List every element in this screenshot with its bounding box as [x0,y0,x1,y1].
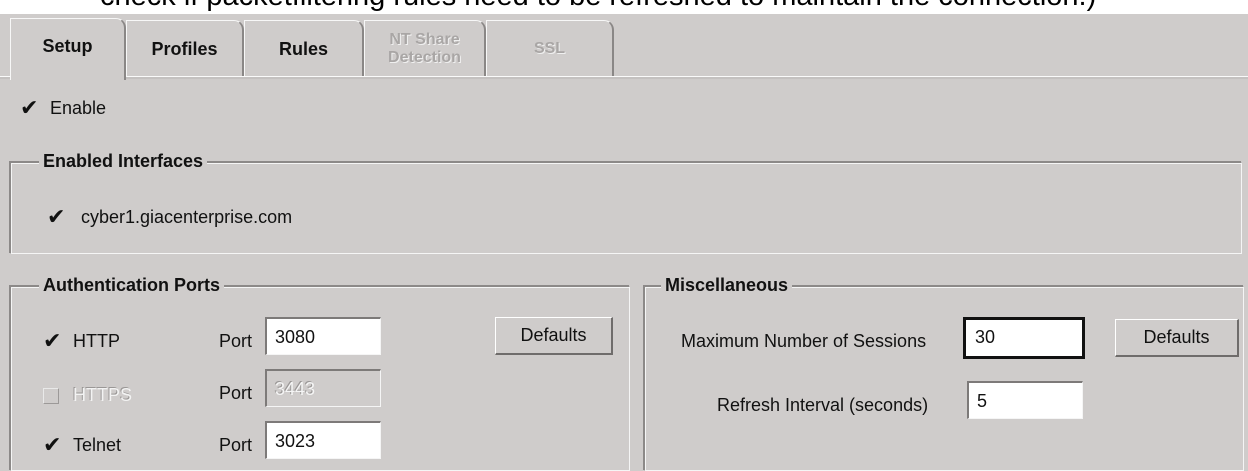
port-label: Port [219,383,253,403]
tab-setup[interactable]: Setup [10,18,126,80]
authentication-ports-group: Authentication Ports ✔ HTTP Port 3080 De… [10,275,630,471]
auth-defaults-button[interactable]: Defaults [495,317,613,355]
http-port-input[interactable]: 3080 [265,317,381,355]
telnet-port-input[interactable]: 3023 [265,421,381,459]
enable-label: Enable [50,98,107,118]
enabled-interfaces-group: Enabled Interfaces ✔ cyber1.giacenterpri… [10,151,1242,254]
check-icon[interactable]: ✔ [43,330,61,352]
auth-row-telnet[interactable]: ✔ Telnet [43,434,122,456]
caption-strip: check if packetfiltering rules need to b… [0,0,1248,14]
check-icon[interactable]: ✔ [43,434,61,456]
tab-label: SSL [533,39,566,57]
tab-label: Setup [42,35,93,56]
tab-label: Profiles [151,38,218,59]
refresh-interval-input[interactable]: 5 [967,381,1083,419]
miscellaneous-group: Miscellaneous Maximum Number of Sessions… [644,275,1244,471]
tab-nt-share-detection[interactable]: NT Share Detection [364,20,486,76]
group-title: Miscellaneous [661,275,793,296]
group-title: Enabled Interfaces [39,151,208,172]
tab-rules[interactable]: Rules [244,20,364,76]
refresh-interval-label: Refresh Interval (seconds) [717,395,929,415]
https-port-input[interactable]: 3443 [265,369,381,407]
auth-row-https[interactable]: HTTPS [43,385,132,406]
button-label: Defaults [520,325,587,345]
checkbox-empty-icon[interactable] [43,387,59,404]
group-title: Authentication Ports [39,275,225,296]
max-sessions-label: Maximum Number of Sessions [681,331,927,351]
button-label: Defaults [1143,327,1210,347]
tab-profiles[interactable]: Profiles [126,20,244,76]
auth-row-http[interactable]: ✔ HTTP [43,330,120,352]
tab-label: NT Share Detection [388,30,461,66]
check-icon[interactable]: ✔ [20,97,38,119]
tab-strip: Setup Profiles Rules NT Share Detection … [0,14,1248,80]
port-label: Port [219,331,253,351]
max-sessions-input[interactable]: 30 [963,317,1085,359]
protocol-label: Telnet [73,435,122,455]
tab-baseline [0,76,1248,79]
protocol-label: HTTP [73,331,120,351]
tab-label: Rules [278,38,329,59]
enable-row[interactable]: ✔ Enable [20,97,107,119]
interface-label: cyber1.giacenterprise.com [81,207,293,227]
misc-defaults-button[interactable]: Defaults [1115,319,1239,357]
port-label: Port [219,435,253,455]
check-icon[interactable]: ✔ [47,206,65,228]
interface-item[interactable]: ✔ cyber1.giacenterprise.com [47,206,293,228]
caption-text: check if packetfiltering rules need to b… [100,0,1096,13]
protocol-label: HTTPS [73,385,133,405]
tab-ssl[interactable]: SSL [486,20,614,76]
